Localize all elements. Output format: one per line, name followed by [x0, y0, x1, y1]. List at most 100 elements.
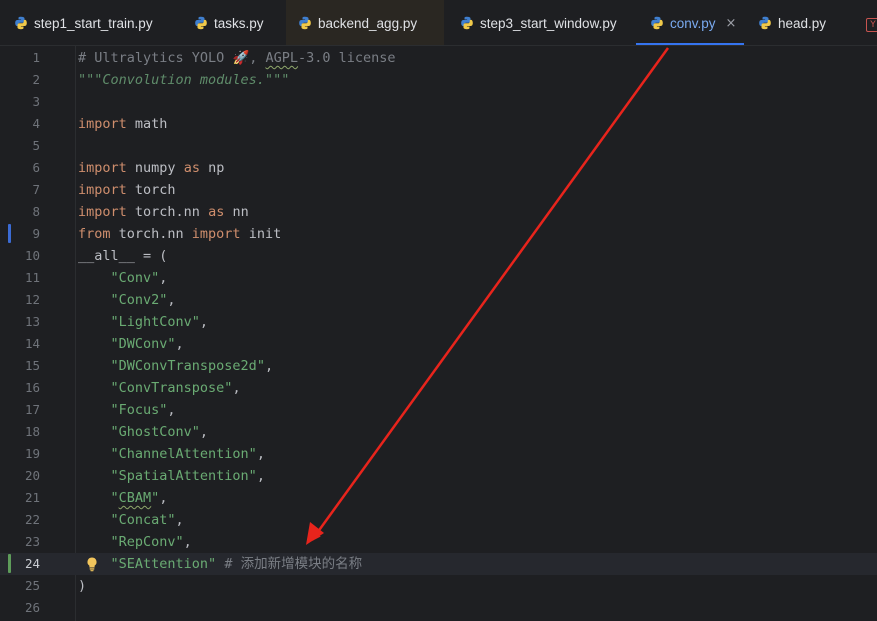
- code-line[interactable]: 12 "Conv2",: [0, 289, 877, 311]
- code-line[interactable]: 24 "SEAttention" # 添加新增模块的名称: [0, 553, 877, 575]
- code-line[interactable]: 10 __all__ = (: [0, 245, 877, 267]
- code-line[interactable]: 9 from torch.nn import init: [0, 223, 877, 245]
- code-text[interactable]: "GhostConv",: [78, 421, 209, 443]
- tab-label: head.py: [778, 15, 827, 31]
- code-token: # 添加新增模块的名称: [216, 556, 363, 572]
- code-line[interactable]: 4 import math: [0, 113, 877, 135]
- line-number: 23: [24, 534, 40, 549]
- code-line[interactable]: 5: [0, 135, 877, 157]
- code-line[interactable]: 26: [0, 597, 877, 619]
- code-text[interactable]: __all__ = (: [78, 245, 167, 267]
- code-text[interactable]: import torch: [78, 179, 176, 201]
- code-text[interactable]: "Conv",: [78, 267, 168, 289]
- code-token: import: [191, 226, 241, 242]
- line-number: 25: [24, 578, 40, 593]
- code-text[interactable]: "CBAM",: [78, 487, 168, 509]
- code-text[interactable]: "DWConvTranspose2d",: [78, 355, 274, 377]
- code-token: "DWConv": [110, 336, 176, 352]
- code-token: ,: [264, 358, 274, 374]
- code-line[interactable]: 13 "LightConv",: [0, 311, 877, 333]
- code-line[interactable]: 18 "GhostConv",: [0, 421, 877, 443]
- code-line[interactable]: 7 import torch: [0, 179, 877, 201]
- code-text[interactable]: "Focus",: [78, 399, 176, 421]
- tab-step3-start-window-py[interactable]: step3_start_window.py: [446, 0, 628, 45]
- code-line[interactable]: 1 # Ultralytics YOLO 🚀, AGPL-3.0 license: [0, 47, 877, 69]
- code-line[interactable]: 21 "CBAM",: [0, 487, 877, 509]
- code-line[interactable]: 22 "Concat",: [0, 509, 877, 531]
- code-text[interactable]: "ChannelAttention",: [78, 443, 265, 465]
- line-number: 26: [24, 600, 40, 615]
- tab-backend-agg-py[interactable]: backend_agg.py: [286, 0, 444, 45]
- code-text[interactable]: from torch.nn import init: [78, 223, 281, 245]
- code-line[interactable]: 3: [0, 91, 877, 113]
- code-text[interactable]: "ConvTranspose",: [78, 377, 241, 399]
- code-line[interactable]: 25): [0, 575, 877, 597]
- tab-label: step3_start_window.py: [480, 15, 617, 31]
- code-text[interactable]: "Concat",: [78, 509, 184, 531]
- code-text[interactable]: import torch.nn as nn: [78, 201, 249, 223]
- code-text[interactable]: # Ultralytics YOLO 🚀, AGPL-3.0 license: [78, 47, 396, 69]
- code-line[interactable]: 20 "SpatialAttention",: [0, 465, 877, 487]
- line-number: 13: [24, 314, 40, 329]
- tab-tasks-py[interactable]: tasks.py: [180, 0, 280, 45]
- close-tab-icon[interactable]: ×: [726, 16, 737, 31]
- line-number: 6: [32, 160, 40, 175]
- code-token: ,: [167, 402, 176, 418]
- code-line[interactable]: 19 "ChannelAttention",: [0, 443, 877, 465]
- code-token: from: [78, 226, 111, 242]
- code-token: import: [78, 182, 127, 198]
- code-line[interactable]: 15 "DWConvTranspose2d",: [0, 355, 877, 377]
- line-number: 18: [24, 424, 40, 439]
- code-text[interactable]: ): [78, 575, 86, 597]
- code-line[interactable]: 2 """Convolution modules.""": [0, 69, 877, 91]
- code-token: "Concat": [110, 512, 176, 528]
- code-line[interactable]: 6 import numpy as np: [0, 157, 877, 179]
- code-token: "Conv": [110, 270, 160, 286]
- code-token: "RepConv": [110, 534, 184, 550]
- yaml-file-icon[interactable]: Y: [866, 18, 877, 32]
- tab-step1-start-train-py[interactable]: step1_start_train.py: [0, 0, 165, 45]
- python-file-icon: [759, 16, 771, 30]
- code-line[interactable]: 16 "ConvTranspose",: [0, 377, 877, 399]
- line-number: 8: [32, 204, 40, 219]
- code-text[interactable]: "RepConv",: [78, 531, 192, 553]
- code-text[interactable]: "DWConv",: [78, 333, 184, 355]
- tab-head-py[interactable]: head.py: [744, 0, 844, 45]
- code-editor[interactable]: 1 # Ultralytics YOLO 🚀, AGPL-3.0 license 2…: [0, 46, 877, 621]
- code-token: nn: [224, 204, 249, 220]
- code-token: ": [110, 490, 119, 506]
- code-text[interactable]: import math: [78, 113, 167, 135]
- line-number: 10: [24, 248, 40, 263]
- code-text[interactable]: "SpatialAttention",: [78, 465, 265, 487]
- code-line[interactable]: 11 "Conv",: [0, 267, 877, 289]
- code-token: ): [78, 578, 87, 594]
- code-text[interactable]: "SEAttention" # 添加新增模块的名称: [78, 553, 363, 575]
- code-token: -3.0 license: [298, 50, 396, 66]
- tab-conv-py[interactable]: conv.py ×: [636, 0, 744, 45]
- line-number: 24: [24, 556, 40, 571]
- code-line[interactable]: 17 "Focus",: [0, 399, 877, 421]
- code-token: import: [78, 160, 127, 176]
- line-number: 14: [24, 336, 40, 351]
- code-line[interactable]: 14 "DWConv",: [0, 333, 877, 355]
- code-token: np: [199, 160, 225, 176]
- python-file-icon: [15, 16, 27, 30]
- code-line[interactable]: 23 "RepConv",: [0, 531, 877, 553]
- line-number: 1: [32, 50, 40, 65]
- code-line[interactable]: 8 import torch.nn as nn: [0, 201, 877, 223]
- python-file-icon: [195, 16, 207, 30]
- line-number: 16: [24, 380, 40, 395]
- code-text[interactable]: """Convolution modules.""": [78, 69, 289, 91]
- code-token: ,: [232, 380, 241, 396]
- code-text[interactable]: "LightConv",: [78, 311, 209, 333]
- code-token: ,: [159, 490, 168, 506]
- code-token: ,: [167, 292, 176, 308]
- editor-tab-bar: step1_start_train.py tasks.py backend_agg.…: [0, 0, 877, 46]
- code-text[interactable]: "Conv2",: [78, 289, 176, 311]
- code-text[interactable]: import numpy as np: [78, 157, 224, 179]
- python-file-icon: [299, 16, 311, 30]
